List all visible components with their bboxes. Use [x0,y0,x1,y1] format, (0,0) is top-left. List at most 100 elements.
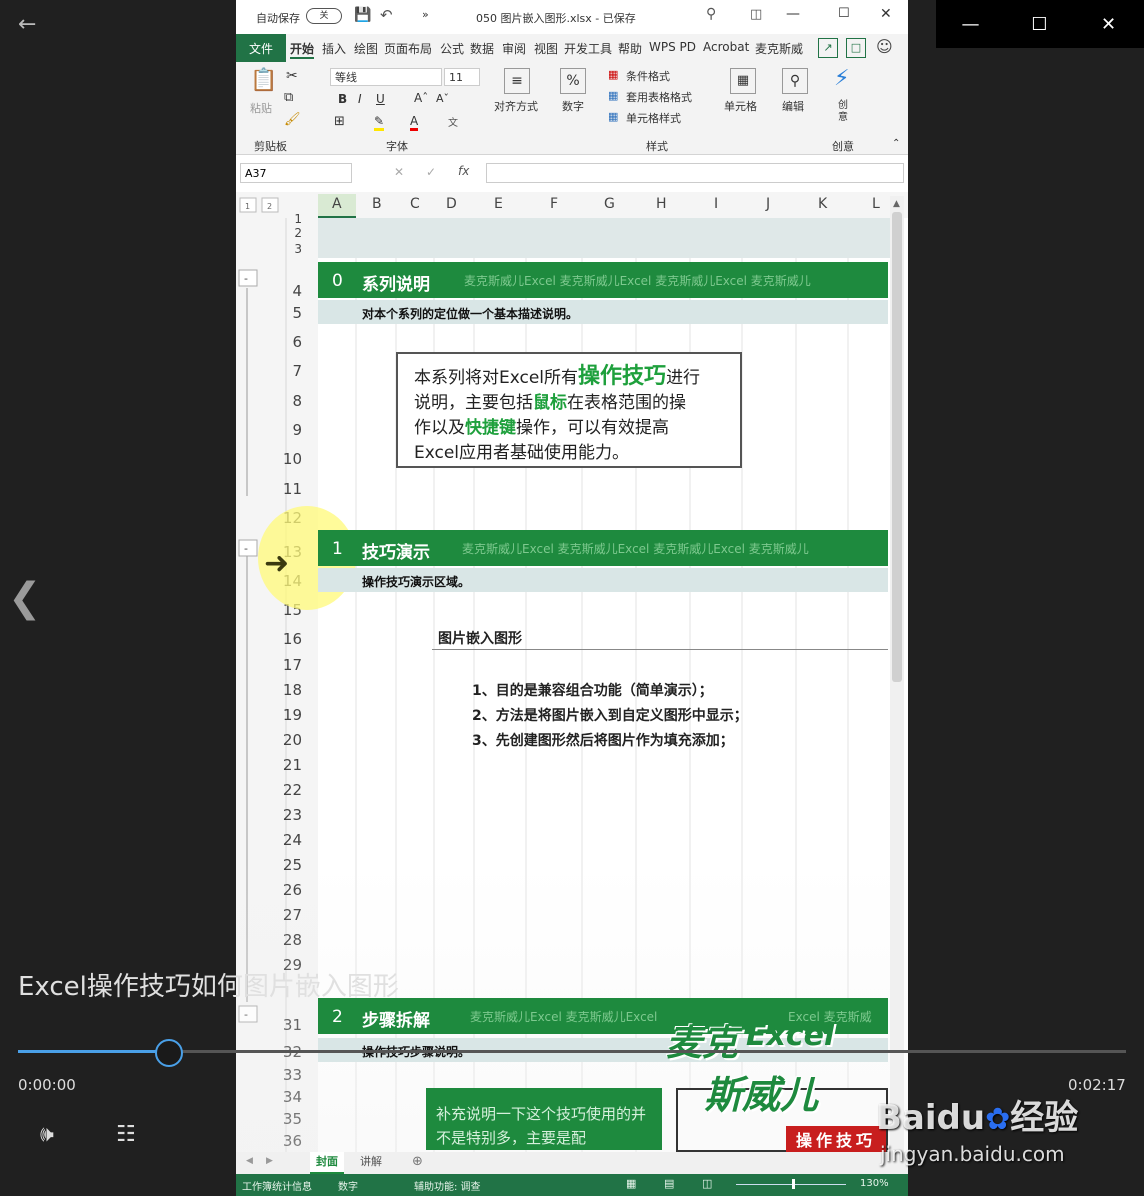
fill-color-icon[interactable]: ✎ [374,114,385,131]
font-color-icon[interactable]: A [410,114,419,131]
row-header[interactable]: 16 [272,630,302,648]
creative-button-label[interactable]: 创 意 [838,100,850,124]
phonetic-icon[interactable]: 文 [448,114,458,129]
cell-style-icon[interactable]: ▦ [608,110,618,123]
back-arrow-icon[interactable]: ← [18,12,58,38]
font-name-select[interactable]: 等线 [330,68,442,86]
row-header[interactable]: 20 [272,731,302,749]
volume-icon[interactable]: 🕪 [40,1122,54,1147]
share-icon[interactable]: ↗ [818,38,838,58]
previous-chevron-icon[interactable]: ❮ [8,575,42,621]
row-header[interactable]: 18 [272,681,302,699]
confirm-entry-icon[interactable]: ✓ [426,165,436,179]
row-header[interactable]: 7 [272,362,302,380]
tab-wps-pdf[interactable]: WPS PD [649,40,696,54]
italic-icon[interactable]: I [358,92,362,106]
row-header[interactable]: 2 [272,227,302,239]
insert-function-icon[interactable]: fx [458,164,469,178]
normal-view-icon[interactable]: ▦ [626,1177,636,1190]
formula-input[interactable] [486,163,904,183]
col-header-D[interactable]: D [446,196,457,212]
col-header-G[interactable]: G [604,196,615,212]
autosave-toggle[interactable]: 关 [306,8,342,24]
col-header-L[interactable]: L [872,196,880,212]
row-header[interactable]: 3 [272,243,302,255]
number-label[interactable]: 数字 [562,98,584,114]
tab-draw[interactable]: 绘图 [354,40,378,57]
number-format-icon[interactable]: % [560,68,586,94]
page-break-view-icon[interactable]: ◫ [702,1177,712,1190]
add-sheet-icon[interactable]: ⊕ [412,1154,423,1169]
tab-page-layout[interactable]: 页面布局 [384,40,432,57]
increase-font-icon[interactable]: Aˆ [414,91,428,105]
tab-review[interactable]: 审阅 [502,40,526,57]
supplement-note-box[interactable]: 补充说明一下这个技巧使用的并不是特别多，主要是配 [426,1088,662,1150]
status-accessibility[interactable]: 辅助功能: 调查 [414,1178,481,1193]
minimize-button[interactable]: — [936,0,1005,48]
copy-icon[interactable]: ⧉ [284,90,293,105]
row-header[interactable]: 9 [272,421,302,439]
cells-icon[interactable]: ▦ [730,68,756,94]
table-format-icon[interactable]: ▦ [608,89,618,102]
cell-style-button[interactable]: 单元格样式 [626,110,681,126]
row-header[interactable]: 19 [272,706,302,724]
font-size-select[interactable]: 11 [444,68,480,86]
underline-icon[interactable]: U [376,92,385,106]
description-textbox[interactable]: 本系列将对Excel所有操作技巧进行 说明，主要包括鼠标在表格范围的操 作以及快… [396,352,742,468]
row-header[interactable]: 24 [272,831,302,849]
more-commands-icon[interactable]: » [422,8,429,21]
paste-icon[interactable]: 📋 [250,68,277,93]
smiley-icon[interactable]: ☺ [876,37,893,56]
save-icon[interactable]: 💾 [354,7,371,23]
col-header-B[interactable]: B [372,196,382,212]
ribbon-display-icon[interactable]: ◫ [750,7,762,22]
editing-label[interactable]: 编辑 [782,98,804,114]
tab-insert[interactable]: 插入 [322,40,346,57]
row-header[interactable]: 21 [272,756,302,774]
row-header[interactable]: 4 [272,282,302,300]
maximize-button[interactable]: ☐ [1005,0,1074,48]
col-header-E[interactable]: E [494,196,503,212]
sheet-tab-explain[interactable]: 讲解 [354,1152,388,1172]
tab-view[interactable]: 视图 [534,40,558,57]
tab-data[interactable]: 数据 [470,40,494,57]
row-header[interactable]: 11 [272,480,302,498]
excel-maximize-button[interactable]: ☐ [838,6,850,21]
row-header[interactable]: 5 [272,304,302,322]
captions-icon[interactable]: ☷ [116,1122,136,1147]
status-workbook-stats[interactable]: 工作簿统计信息 [242,1178,312,1193]
col-header-K[interactable]: K [818,196,827,212]
col-header-C[interactable]: C [410,196,420,212]
close-button[interactable]: ✕ [1074,0,1143,48]
search-icon[interactable]: ⚲ [706,6,716,22]
tab-file[interactable]: 文件 [236,34,286,62]
table-format-button[interactable]: 套用表格格式 [626,89,692,105]
col-header-F[interactable]: F [550,196,558,212]
col-header-I[interactable]: I [714,196,718,212]
row-header[interactable]: 8 [272,392,302,410]
tab-home[interactable]: 开始 [290,40,315,59]
excel-close-button[interactable]: ✕ [880,6,892,22]
cut-icon[interactable]: ✂ [286,68,298,84]
decrease-font-icon[interactable]: Aˇ [436,92,449,105]
row-header[interactable]: 17 [272,656,302,674]
row-header[interactable]: 6 [272,333,302,351]
format-painter-icon[interactable]: 🖌 [284,112,301,127]
sheet-scroll-right-icon[interactable]: ▶ [266,1156,273,1166]
row-header[interactable]: 22 [272,781,302,799]
tab-formulas[interactable]: 公式 [440,40,464,57]
row-header[interactable]: 1 [272,213,302,225]
alignment-label[interactable]: 对齐方式 [494,98,538,114]
cancel-entry-icon[interactable]: ✕ [394,165,404,179]
col-header-A[interactable]: A [332,196,342,212]
undo-icon[interactable]: ↶ [380,6,393,24]
comments-icon[interactable]: □ [846,38,866,58]
row-header[interactable]: 23 [272,806,302,824]
collapse-ribbon-icon[interactable]: ⌃ [892,138,900,149]
conditional-format-button[interactable]: 条件格式 [626,68,670,84]
creative-lightning-icon[interactable]: ⚡ [834,66,849,91]
excel-minimize-button[interactable]: — [786,6,800,22]
conditional-format-icon[interactable]: ▦ [608,68,618,81]
page-layout-view-icon[interactable]: ▤ [664,1177,674,1190]
col-header-H[interactable]: H [656,196,667,212]
